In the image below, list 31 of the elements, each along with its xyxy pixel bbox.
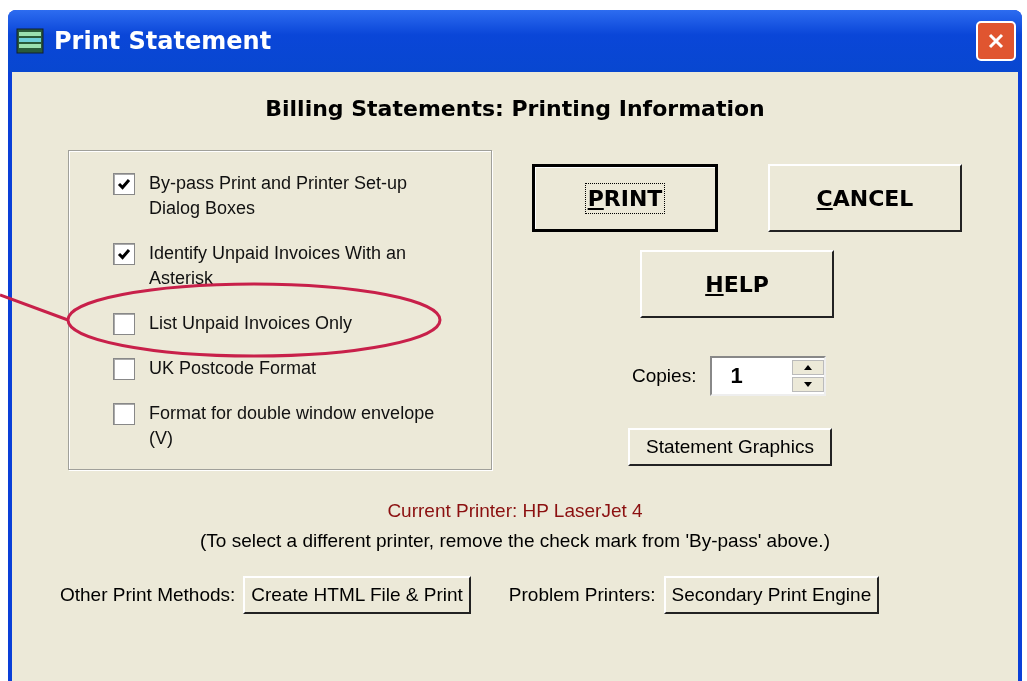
printer-note-text: (To select a different printer, remove the check mark from 'By-pass' above.) — [199, 530, 831, 552]
help-button[interactable]: HELP — [640, 250, 834, 318]
window-title: Print Statement — [54, 27, 273, 55]
copies-label: Copies: — [632, 365, 697, 387]
checkbox-label: Identify Unpaid Invoices With an Asterisk — [149, 242, 408, 290]
copies-spin-field[interactable]: 1 — [710, 356, 827, 396]
spin-up-icon[interactable] — [792, 360, 825, 375]
current-printer-text: Current Printer: HP LaserJet 4 — [386, 500, 644, 522]
dialog-button[interactable]: PRINT — [532, 164, 718, 232]
checkbox[interactable] — [113, 358, 135, 380]
checkbox[interactable] — [113, 173, 135, 195]
close-icon — [986, 31, 1006, 51]
footer-button[interactable]: Secondary Print Engine — [663, 576, 880, 614]
checkbox[interactable] — [113, 243, 135, 265]
app-icon — [16, 28, 44, 54]
footer-label: Other Print Methods: — [60, 584, 236, 606]
dialog-button[interactable]: CANCEL — [768, 164, 962, 232]
footer-label: Problem Printers: — [508, 584, 656, 606]
checkbox-label: Format for double window envelope (V) — [149, 402, 436, 450]
checkbox-label: By-pass Print and Printer Set-up Dialog Boxes — [149, 172, 409, 220]
checkbox-label: UK Postcode Format — [149, 357, 318, 380]
checkmark-icon — [116, 176, 132, 192]
footer-button[interactable]: Create HTML File & Print — [243, 576, 471, 614]
spin-down-icon[interactable] — [792, 377, 825, 392]
checkbox[interactable] — [113, 403, 135, 425]
checkbox-label: List Unpaid Invoices Only — [149, 312, 354, 335]
statement-graphics-button[interactable]: Statement Graphics — [628, 428, 832, 466]
close-button[interactable] — [976, 21, 1016, 61]
dialog-heading: Billing Statements: Printing Information — [264, 96, 766, 121]
checkmark-icon — [116, 246, 132, 262]
checkbox[interactable] — [113, 313, 135, 335]
